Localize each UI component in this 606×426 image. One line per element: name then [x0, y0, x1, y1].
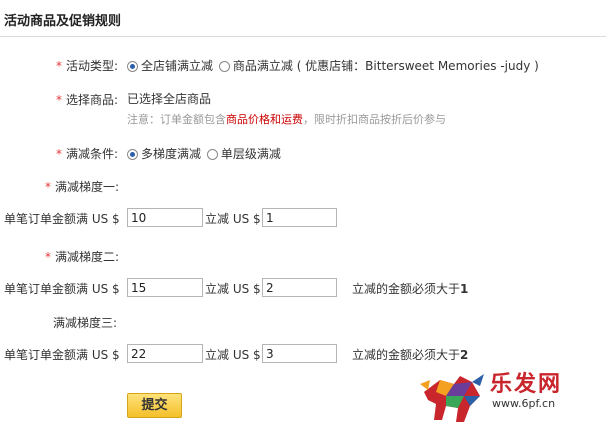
- tier-2-reduce-label: 立减 US $: [205, 282, 261, 296]
- tier-1-order-label: 单笔订单金额满 US $: [4, 212, 120, 226]
- tier-2-hint: 立减的金额必须大于1: [352, 282, 469, 296]
- discount-condition-label: * 满减条件:: [56, 147, 119, 161]
- tier-3-order-input[interactable]: [127, 344, 203, 363]
- tier-2-order-label: 单笔订单金额满 US $: [4, 282, 120, 296]
- watermark-url: www.6pf.cn: [492, 397, 556, 410]
- required-mark: *: [56, 59, 62, 73]
- radio-checked-icon[interactable]: [127, 149, 138, 160]
- radio-product[interactable]: 商品满立减: [218, 59, 293, 73]
- tier-3-reduce-label: 立减 US $: [205, 348, 261, 362]
- radio-unchecked-icon[interactable]: [206, 149, 218, 160]
- divider: [0, 36, 606, 37]
- tier-3-hint: 立减的金额必须大于2: [352, 348, 469, 362]
- radio-single-tier[interactable]: 单层级满减: [206, 147, 281, 161]
- radio-checked-icon[interactable]: [127, 61, 138, 72]
- select-goods-label: * 选择商品:: [56, 93, 119, 107]
- watermark-brand: 乐发网: [490, 372, 563, 397]
- section-title: 活动商品及促销规则: [4, 14, 122, 29]
- activity-type-options: 全店铺满立减 商品满立减 ( 优惠店铺：Bittersweet Memories…: [127, 57, 539, 74]
- select-goods-note: 注意：订单金额包含商品价格和运费，限时折扣商品按折后价参与: [127, 113, 446, 126]
- radio-multi-tier[interactable]: 多梯度满减: [127, 147, 201, 161]
- tier-3-label: 满减梯度三:: [53, 316, 118, 330]
- tier-2-reduce-input[interactable]: [262, 278, 337, 297]
- tier-1-label: * 满减梯度一:: [45, 180, 120, 194]
- submit-button[interactable]: 提交: [127, 393, 182, 418]
- tier-1-reduce-label: 立减 US $: [205, 212, 261, 226]
- discount-condition-options: 多梯度满减 单层级满减: [127, 145, 281, 162]
- tier-2-label: * 满减梯度二:: [45, 250, 120, 264]
- store-info: ( 优惠店铺：Bittersweet Memories -judy ): [296, 59, 539, 73]
- tier-3-reduce-input[interactable]: [262, 344, 337, 363]
- tier-2-order-input[interactable]: [127, 278, 203, 297]
- activity-type-label: * 活动类型:: [56, 59, 119, 73]
- tier-1-reduce-input[interactable]: [262, 208, 337, 227]
- radio-unchecked-icon[interactable]: [218, 61, 230, 72]
- tier-3-order-label: 单笔订单金额满 US $: [4, 348, 120, 362]
- tier-1-order-input[interactable]: [127, 208, 203, 227]
- radio-store-wide[interactable]: 全店铺满立减: [127, 59, 213, 73]
- select-goods-value: 已选择全店商品: [127, 92, 212, 106]
